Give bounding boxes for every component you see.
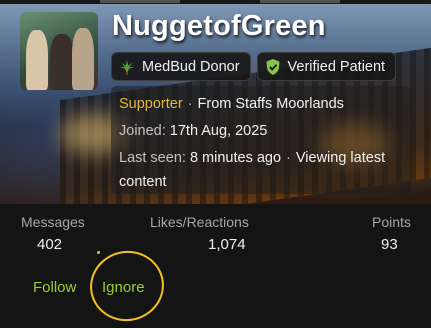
last-seen-time: 8 minutes ago [189, 150, 282, 166]
avatar-figure [72, 28, 94, 90]
last-seen-label: Last seen: [119, 150, 186, 166]
badge-label: MedBud Donor [142, 58, 240, 75]
activity-text: Viewing latest [295, 150, 386, 166]
avatar-figure [50, 34, 74, 90]
joined-date: 17th Aug, 2025 [169, 123, 268, 139]
avatar[interactable] [20, 12, 98, 90]
separator-dot: · [286, 150, 291, 166]
activity-continuation: content [119, 174, 167, 190]
title-location-line: Supporter · From Staffs Moorlands [119, 96, 344, 112]
stat-value-points[interactable]: 93 [381, 236, 398, 253]
stat-value-messages[interactable]: 402 [37, 236, 62, 253]
badge-list: MedBud Donor Verified Patient [111, 52, 397, 81]
separator-dot: · [187, 96, 193, 112]
badge-verified-patient[interactable]: Verified Patient [256, 52, 397, 81]
annotation-mark [97, 251, 100, 254]
joined-line: Joined: 17th Aug, 2025 [119, 123, 267, 139]
profile-info: Supporter · From Staffs Moorlands Joined: … [111, 86, 411, 194]
stat-label-messages[interactable]: Messages [21, 214, 85, 230]
cannabis-leaf-icon [118, 58, 136, 76]
stat-label-reactions[interactable]: Likes/Reactions [150, 214, 249, 230]
location: From Staffs Moorlands [197, 96, 344, 112]
badge-label: Verified Patient [287, 58, 386, 75]
username: NuggetofGreen [112, 10, 326, 42]
avatar-figure [26, 30, 48, 90]
verified-check-icon [264, 58, 282, 76]
stat-label-points[interactable]: Points [372, 214, 411, 230]
joined-label: Joined: [119, 123, 166, 139]
stat-value-reactions[interactable]: 1,074 [208, 236, 246, 253]
follow-button[interactable]: Follow [33, 279, 76, 296]
last-seen-line: Last seen: 8 minutes ago · Viewing latest [119, 150, 385, 166]
stats-section: Messages 402 Likes/Reactions 1,074 Point… [0, 204, 431, 328]
badge-medbud-donor[interactable]: MedBud Donor [111, 52, 251, 81]
user-title[interactable]: Supporter [119, 96, 183, 112]
profile-banner: NuggetofGreen MedBud Donor Verified Pati… [0, 4, 431, 204]
ignore-button[interactable]: Ignore [102, 279, 145, 296]
status-bar-fragment [260, 0, 340, 3]
activity-text: content [119, 174, 167, 190]
status-bar-fragment [100, 0, 180, 3]
